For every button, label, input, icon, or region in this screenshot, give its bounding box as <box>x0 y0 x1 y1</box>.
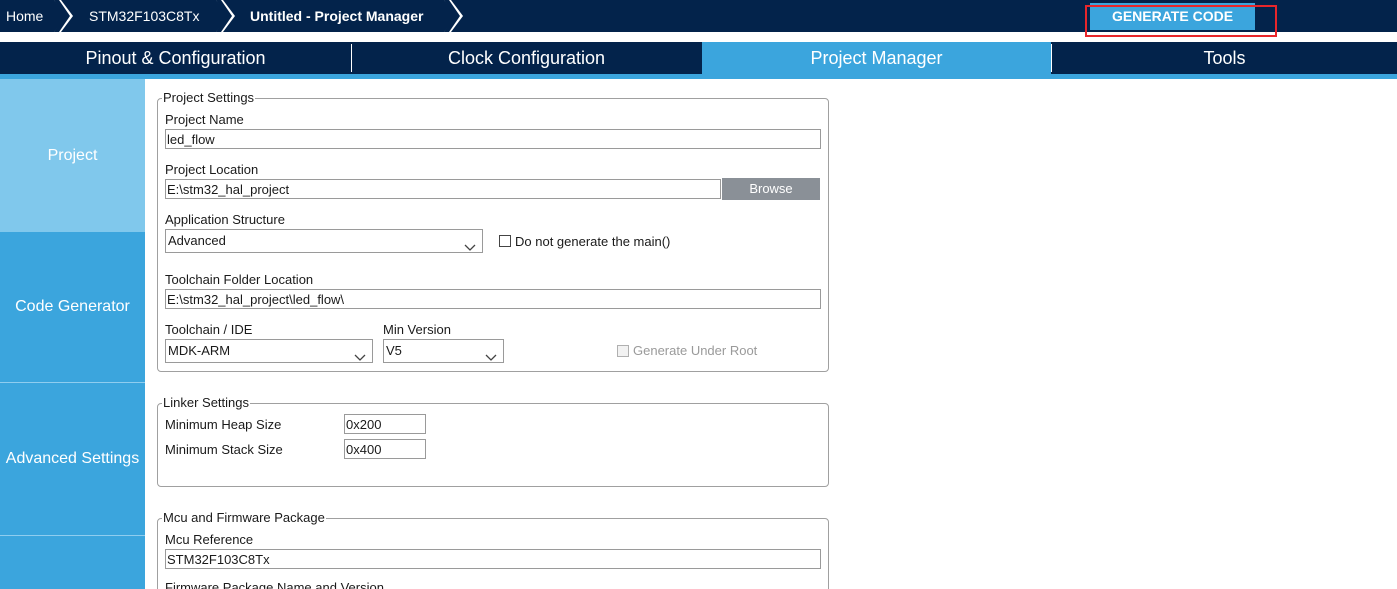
project-settings-legend: Project Settings <box>162 90 256 105</box>
mcu-reference-label: Mcu Reference <box>165 532 254 547</box>
breadcrumb-home[interactable]: Home <box>6 0 43 32</box>
heap-size-input[interactable] <box>344 414 426 434</box>
mcu-firmware-legend: Mcu and Firmware Package <box>162 510 326 525</box>
toolchain-folder-input[interactable] <box>165 289 821 309</box>
min-version-select[interactable]: V5 <box>383 339 504 363</box>
project-location-label: Project Location <box>165 162 259 177</box>
tab-project-manager[interactable]: Project Manager <box>702 42 1051 74</box>
mcu-reference-input[interactable] <box>165 549 821 569</box>
generate-under-root-checkbox[interactable] <box>617 345 629 357</box>
breadcrumb-device[interactable]: STM32F103C8Tx <box>89 0 199 32</box>
tab-clock-configuration[interactable]: Clock Configuration <box>352 42 701 74</box>
generate-code-button[interactable]: GENERATE CODE <box>1090 3 1255 30</box>
breadcrumb-project[interactable]: Untitled - Project Manager <box>250 0 423 32</box>
top-bar: Home STM32F103C8Tx Untitled - Project Ma… <box>0 0 1397 37</box>
project-name-label: Project Name <box>165 112 244 127</box>
breadcrumb-separator-icon <box>54 0 74 32</box>
sidebar: Project Code Generator Advanced Settings <box>0 79 145 589</box>
min-version-label: Min Version <box>383 322 451 337</box>
browse-button[interactable]: Browse <box>722 178 820 200</box>
chevron-down-icon <box>485 347 497 361</box>
sidebar-divider <box>0 535 145 536</box>
generate-under-root-label: Generate Under Root <box>633 343 758 358</box>
main-tabs: Pinout & Configuration Clock Configurati… <box>0 42 1397 74</box>
project-location-input[interactable] <box>165 179 721 199</box>
sidebar-item-code-generator[interactable]: Code Generator <box>0 232 145 382</box>
breadcrumb-separator-icon <box>216 0 236 32</box>
tab-pinout-configuration[interactable]: Pinout & Configuration <box>0 42 351 74</box>
linker-settings-legend: Linker Settings <box>162 395 250 410</box>
sidebar-item-advanced-settings[interactable]: Advanced Settings <box>0 383 145 535</box>
breadcrumb-separator-icon <box>444 0 464 32</box>
min-version-value: V5 <box>386 343 402 358</box>
chevron-down-icon <box>464 237 476 251</box>
breadcrumb: Home STM32F103C8Tx Untitled - Project Ma… <box>0 0 1397 32</box>
toolchain-folder-label: Toolchain Folder Location <box>165 272 314 287</box>
stack-size-label: Minimum Stack Size <box>165 442 283 457</box>
application-structure-label: Application Structure <box>165 212 285 227</box>
tabs-underline <box>0 74 1397 79</box>
no-main-checkbox[interactable] <box>499 235 511 247</box>
heap-size-label: Minimum Heap Size <box>165 417 282 432</box>
toolchain-ide-select[interactable]: MDK-ARM <box>165 339 373 363</box>
stack-size-input[interactable] <box>344 439 426 459</box>
application-structure-select[interactable]: Advanced <box>165 229 483 253</box>
project-name-input[interactable] <box>165 129 821 149</box>
sidebar-item-project[interactable]: Project <box>0 79 145 232</box>
firmware-package-label: Firmware Package Name and Version <box>165 580 384 589</box>
no-main-label: Do not generate the main() <box>515 234 671 249</box>
application-structure-value: Advanced <box>168 233 226 248</box>
toolchain-ide-value: MDK-ARM <box>168 343 231 358</box>
chevron-down-icon <box>354 347 366 361</box>
toolchain-ide-label: Toolchain / IDE <box>165 322 253 337</box>
tab-tools[interactable]: Tools <box>1052 42 1397 74</box>
